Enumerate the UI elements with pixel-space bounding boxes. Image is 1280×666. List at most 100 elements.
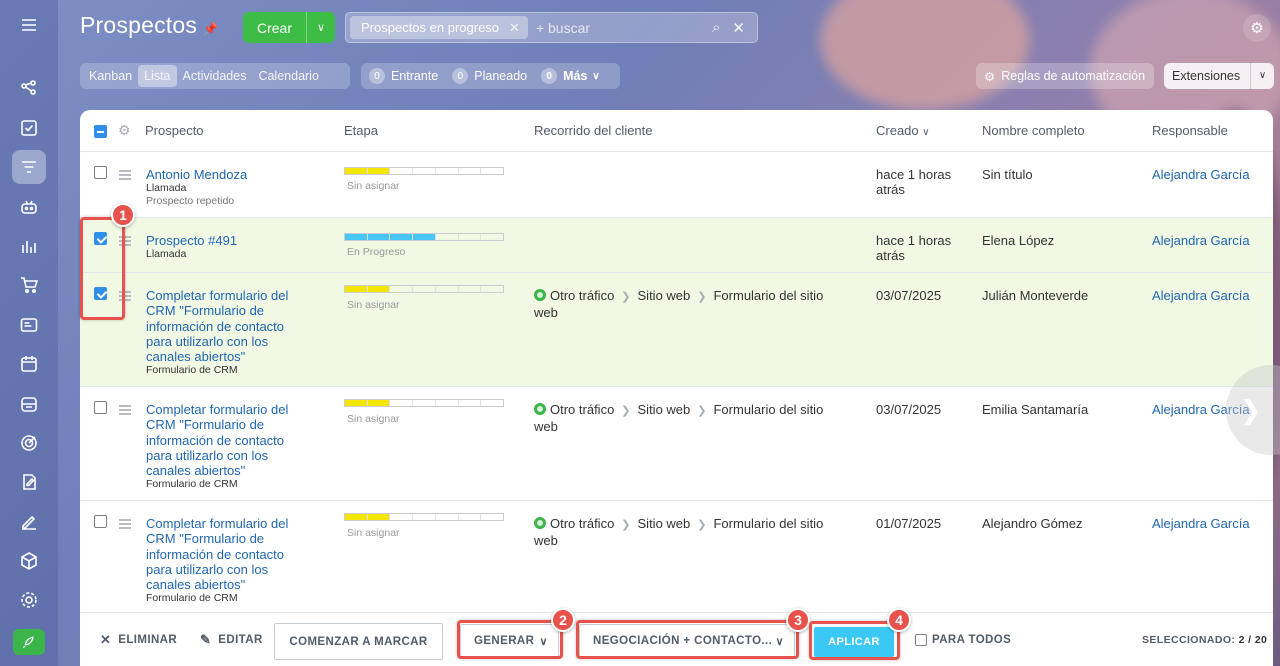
clear-icon[interactable]: ✕ [732, 19, 745, 37]
lead-title[interactable]: Antonio Mendoza [146, 167, 247, 182]
stage-bar[interactable] [344, 399, 504, 407]
created-date: hace 1 horas atrás [876, 167, 952, 198]
annotation-badge: 3 [786, 608, 810, 632]
cart-icon[interactable] [12, 268, 46, 302]
signature-icon[interactable] [12, 505, 46, 539]
close-icon[interactable]: ✕ [509, 20, 520, 36]
annotation-highlight-generate [457, 620, 563, 659]
responsible-link[interactable]: Alejandra García [1152, 233, 1250, 248]
stage-bar[interactable] [344, 233, 504, 241]
selection-count: SELECCIONADO: 2 / 20 [1142, 633, 1268, 646]
stage-bar[interactable] [344, 167, 504, 175]
sales-funnel-icon[interactable] [12, 71, 46, 105]
create-label: Crear [257, 19, 293, 36]
counter-label: Planeado [474, 69, 528, 83]
select-all-checkbox[interactable] [94, 125, 107, 138]
drag-handle-icon[interactable] [119, 519, 131, 531]
stage-label: Sin asignar [347, 413, 400, 425]
table-row[interactable]: Completar formulario del CRM "Formulario … [80, 387, 1273, 501]
crm-filter-icon[interactable] [12, 150, 46, 185]
archive-icon[interactable] [12, 387, 46, 421]
row-checkbox[interactable] [94, 515, 107, 528]
chevron-down-icon: ∨ [592, 70, 600, 82]
create-button[interactable]: Crear ∨ [243, 12, 335, 43]
document-edit-icon[interactable] [12, 465, 46, 499]
lead-title[interactable]: Prospecto #491 [146, 233, 237, 248]
robot-icon[interactable] [12, 190, 46, 224]
leads-table: ⚙ Prospecto Etapa Recorrido del cliente … [80, 110, 1273, 612]
stage-label: Sin asignar [347, 527, 400, 539]
delete-button[interactable]: ✕ ELIMINAR [100, 632, 177, 648]
counter-planned[interactable]: 0 Planeado [452, 68, 527, 84]
counter-incoming[interactable]: 0 Entrante [369, 68, 438, 84]
drag-handle-icon[interactable] [119, 405, 131, 417]
responsible-link[interactable]: Alejandra García [1152, 167, 1250, 182]
search-input[interactable]: + buscar [536, 20, 712, 36]
col-fullname[interactable]: Nombre completo [982, 123, 1085, 138]
extensions-button[interactable]: Extensiones ∨ [1164, 63, 1274, 89]
col-created[interactable]: Creado ∨ [876, 123, 930, 138]
annotation-badge: 4 [887, 608, 911, 632]
analytics-icon[interactable] [12, 229, 46, 263]
gear-icon[interactable]: ⚙ [118, 122, 131, 139]
tab-calendar[interactable]: Calendario [252, 65, 324, 87]
tab-activities[interactable]: Actividades [177, 65, 253, 87]
created-date: 01/07/2025 [876, 516, 942, 531]
start-marking-button[interactable]: COMENZAR A MARCAR [274, 623, 443, 660]
stage-bar[interactable] [344, 285, 504, 293]
table-row[interactable]: Prospecto #491 Llamada En Progreso hace … [80, 218, 1273, 273]
background-flower [820, 0, 1030, 110]
automation-rules-button[interactable]: ⚙ Reglas de automatización [976, 63, 1154, 89]
annotation-badge: 1 [111, 203, 135, 227]
chevron-down-icon[interactable]: ∨ [1250, 63, 1274, 89]
settings-icon[interactable] [12, 583, 46, 617]
calendar-icon[interactable] [12, 347, 46, 381]
tab-list[interactable]: Lista [138, 65, 177, 87]
full-name: Sin título [982, 167, 1033, 182]
traffic-source-icon [534, 517, 546, 529]
responsible-link[interactable]: Alejandra García [1152, 516, 1250, 531]
filter-chip[interactable]: Prospectos en progreso ✕ [350, 16, 528, 39]
annotation-highlight-target [576, 620, 799, 659]
full-name: Emilia Santamaría [982, 402, 1089, 417]
rocket-icon[interactable] [13, 629, 45, 656]
tasks-icon[interactable] [12, 111, 46, 145]
col-stage[interactable]: Etapa [344, 123, 378, 138]
tab-kanban[interactable]: Kanban [83, 65, 138, 87]
stage-bar[interactable] [344, 513, 504, 521]
table-header: ⚙ Prospecto Etapa Recorrido del cliente … [80, 110, 1273, 152]
counter-label: Entrante [391, 69, 439, 83]
col-prospect[interactable]: Prospecto [145, 123, 204, 138]
table-row[interactable]: Antonio Mendoza Llamada Prospecto repeti… [80, 152, 1273, 218]
gear-icon[interactable]: ⚙ [1243, 14, 1271, 42]
lead-note: Prospecto repetido [146, 195, 235, 208]
col-journey[interactable]: Recorrido del cliente [534, 123, 653, 138]
search-bar[interactable]: Prospectos en progreso ✕ + buscar ⌕ ✕ [345, 12, 758, 43]
target-icon[interactable] [12, 426, 46, 460]
for-all-checkbox[interactable]: PARA TODOS [915, 633, 1011, 646]
box-icon[interactable] [12, 544, 46, 578]
lead-title[interactable]: Completar formulario del CRM "Formulario … [146, 402, 288, 478]
full-name: Elena López [982, 233, 1055, 248]
customer-journey: Otro tráfico ❯ Sitio web ❯ Formulario del si… [534, 288, 824, 321]
row-checkbox[interactable] [94, 401, 107, 414]
lead-title[interactable]: Completar formulario del CRM "Formulario … [146, 288, 288, 364]
search-icon[interactable]: ⌕ [712, 19, 720, 36]
drag-handle-icon[interactable] [119, 170, 131, 182]
created-date: hace 1 horas atrás [876, 233, 952, 264]
chevron-down-icon[interactable]: ∨ [307, 21, 335, 34]
contact-card-icon[interactable] [12, 308, 46, 342]
responsible-link[interactable]: Alejandra García [1152, 288, 1250, 303]
created-date: 03/07/2025 [876, 288, 942, 303]
menu-icon[interactable] [12, 8, 46, 42]
counter-more[interactable]: 0 Más ∨ [541, 68, 600, 84]
col-responsible[interactable]: Responsable [1152, 123, 1228, 138]
pin-icon[interactable]: 📌 [203, 22, 218, 36]
lead-source: Formulario de CRM [146, 364, 238, 377]
table-row[interactable]: Completar formulario del CRM "Formulario … [80, 273, 1273, 387]
lead-source: Formulario de CRM [146, 478, 238, 491]
table-row[interactable]: Completar formulario del CRM "Formulario … [80, 501, 1273, 612]
lead-title[interactable]: Completar formulario del CRM "Formulario … [146, 516, 288, 592]
edit-button[interactable]: ✎ EDITAR [200, 632, 263, 648]
row-checkbox[interactable] [94, 166, 107, 179]
